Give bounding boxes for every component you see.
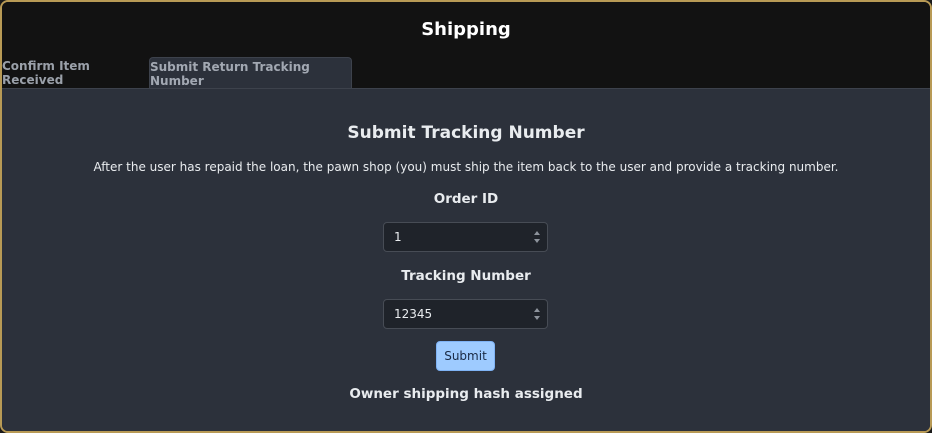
order-id-label: Order ID xyxy=(433,191,499,207)
spinner-up-icon[interactable] xyxy=(534,308,540,312)
status-message: Owner shipping hash assigned xyxy=(349,386,583,402)
panel-heading: Submit Tracking Number xyxy=(347,123,585,143)
tracking-number-input[interactable]: 12345 xyxy=(383,299,548,329)
order-id-input[interactable]: 1 xyxy=(383,222,548,252)
submit-button[interactable]: Submit xyxy=(436,341,495,371)
spinner-down-icon[interactable] xyxy=(534,239,540,243)
order-id-value: 1 xyxy=(394,230,402,244)
spinner-down-icon[interactable] xyxy=(534,316,540,320)
page-title: Shipping xyxy=(421,19,511,40)
app-window: Shipping Confirm Item Received Submit Re… xyxy=(0,0,932,433)
spinner-up-icon[interactable] xyxy=(534,231,540,235)
tracking-number-value: 12345 xyxy=(394,307,433,321)
tab-confirm-item-received[interactable]: Confirm Item Received xyxy=(2,57,149,89)
tab-submit-return-tracking-number[interactable]: Submit Return Tracking Number xyxy=(149,57,352,89)
tab-panel: Submit Tracking Number After the user ha… xyxy=(2,88,930,431)
tracking-number-label: Tracking Number xyxy=(401,268,531,284)
header: Shipping Confirm Item Received Submit Re… xyxy=(2,2,930,89)
number-spinner-icon[interactable] xyxy=(534,308,543,320)
panel-description: After the user has repaid the loan, the … xyxy=(93,160,839,174)
number-spinner-icon[interactable] xyxy=(534,231,543,243)
